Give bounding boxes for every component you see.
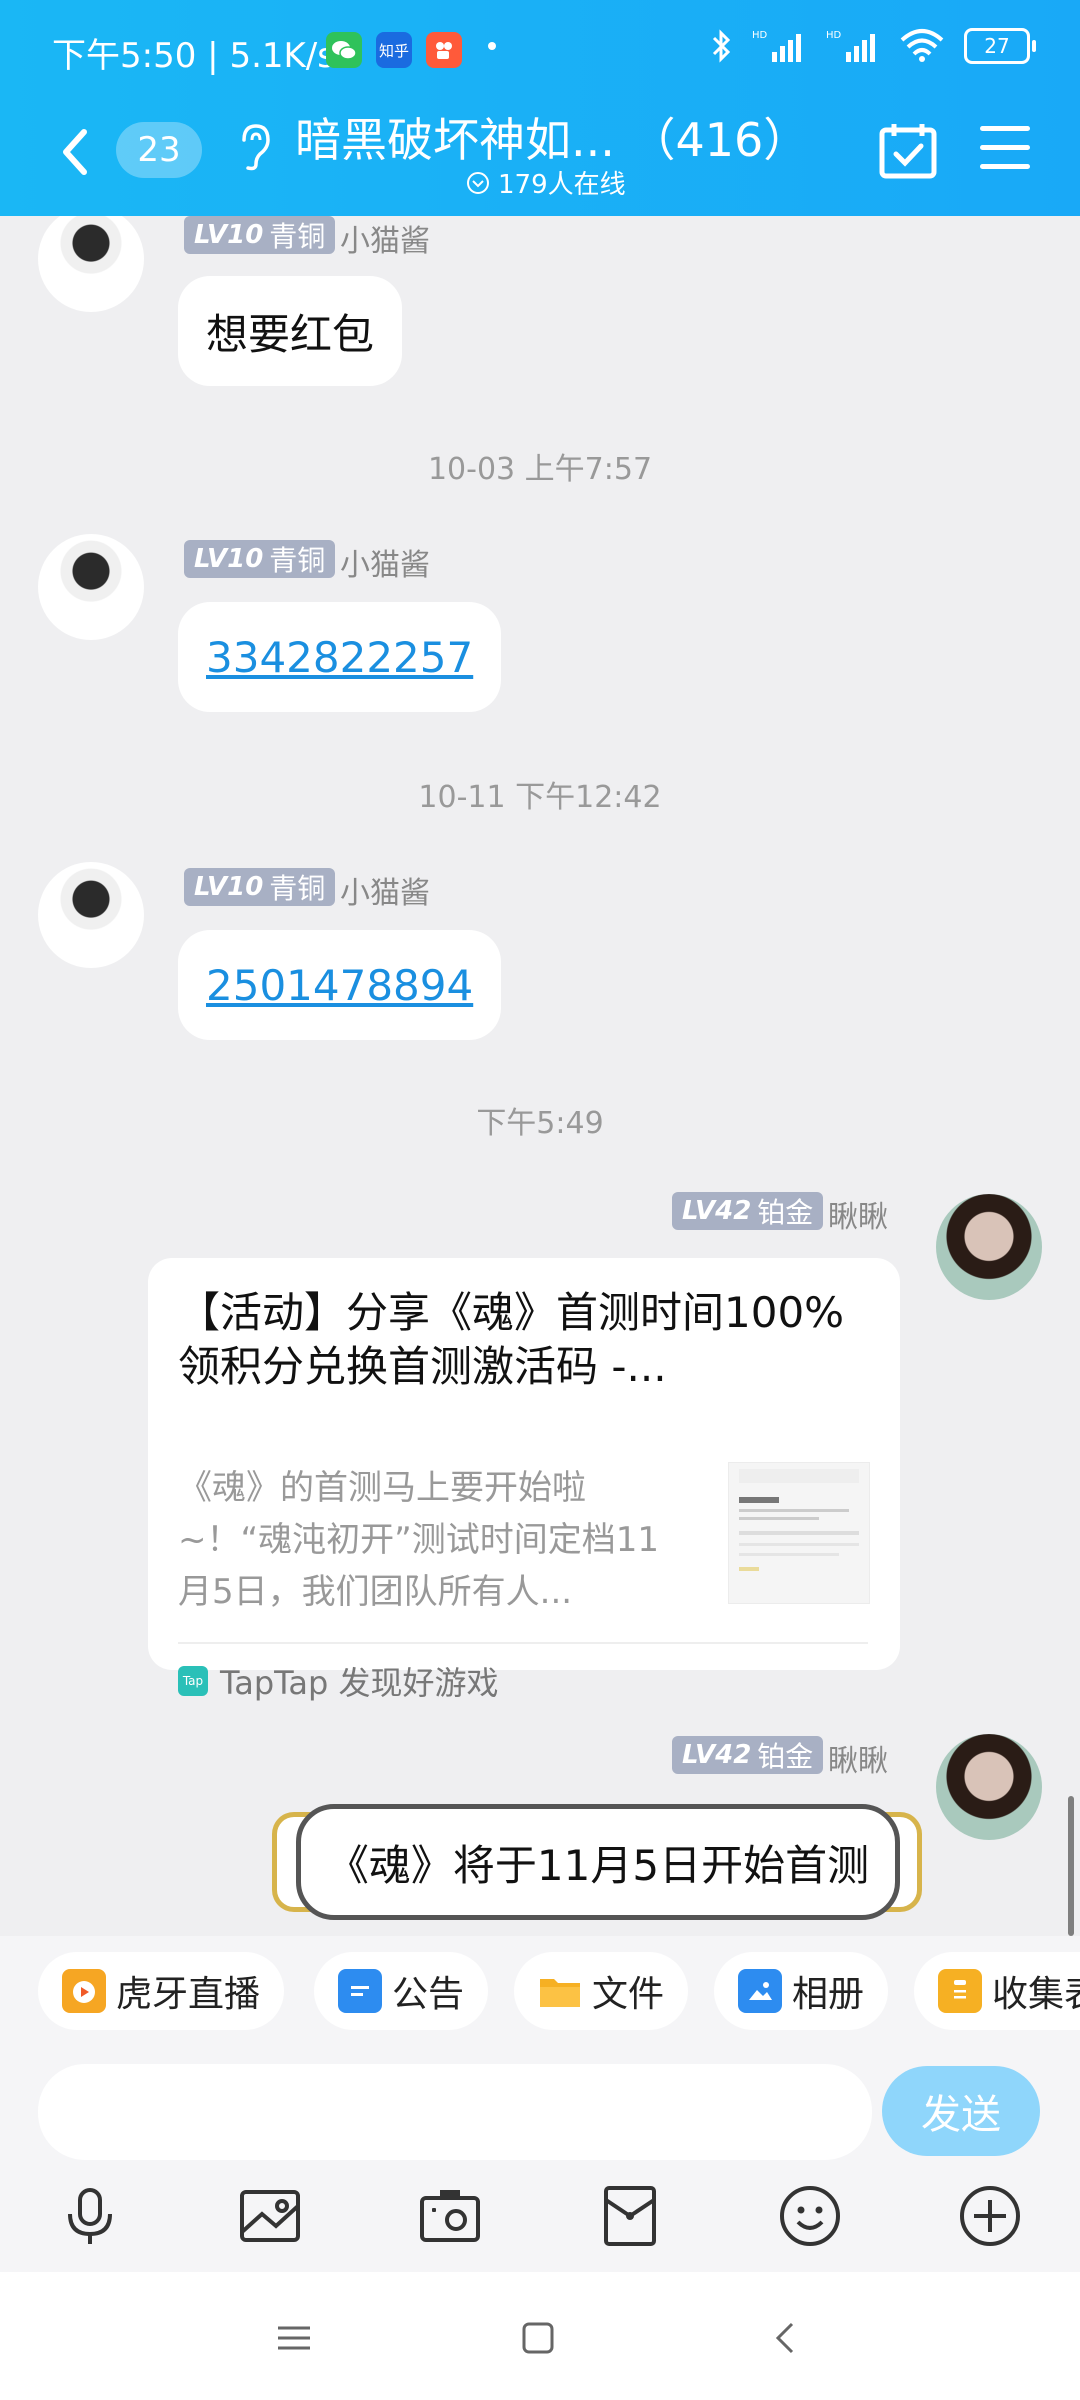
emoji-icon[interactable] <box>778 2184 842 2248</box>
unread-count-badge[interactable]: 23 <box>116 122 202 178</box>
member-level-badge: LV42 铂金 <box>672 1192 824 1230</box>
menu-icon[interactable] <box>978 122 1032 174</box>
card-thumbnail <box>728 1462 870 1604</box>
message-link[interactable]: 3342822257 <box>206 633 473 682</box>
system-status-icons: HD HD 27 <box>710 28 1036 64</box>
chip-files[interactable]: 文件 <box>514 1952 689 2030</box>
calendar-check-icon[interactable] <box>878 120 938 180</box>
chip-label: 公告 <box>392 1974 465 2015</box>
avatar[interactable] <box>38 862 144 968</box>
message-bubble[interactable]: 想要红包 <box>178 276 403 386</box>
notification-icons: 知乎 <box>326 32 462 68</box>
zhihu-icon: 知乎 <box>376 32 412 68</box>
decorated-message-bubble[interactable]: 《魂》将于11月5日开始首测 <box>266 1798 928 1922</box>
home-icon[interactable] <box>518 2318 558 2358</box>
camera-icon[interactable] <box>418 2184 482 2248</box>
card-divider <box>178 1642 868 1644</box>
card-description: 《魂》的首测马上要开始啦~！“魂沌初开”测试时间定档11月5日，我们团队所有人.… <box>178 1468 659 1612</box>
signal-2-icon: HD <box>826 30 875 62</box>
clock: 下午5:50 <box>52 36 197 76</box>
huya-icon <box>62 1969 106 2013</box>
avatar[interactable] <box>38 534 144 640</box>
signal-1-icon: HD <box>752 30 801 62</box>
bluetooth-icon <box>712 29 731 63</box>
clipboard-icon <box>938 1969 982 2013</box>
taptap-icon: Tap <box>178 1666 208 1696</box>
card-source: Tap TapTap 发现好游戏 <box>178 1658 499 1704</box>
chip-album[interactable]: 相册 <box>714 1952 889 2030</box>
chip-collection-form[interactable]: 收集表 <box>914 1952 1080 2030</box>
group-title[interactable]: 暗黑破坏神如... （416） <box>295 104 809 170</box>
wechat-icon <box>326 32 362 68</box>
image-icon[interactable] <box>238 2184 302 2248</box>
avatar[interactable] <box>38 216 144 312</box>
chat-nav-bar: 23 暗黑破坏神如... （416） 179人在线 <box>0 104 1080 216</box>
sender-name: 小猫酱 <box>340 548 430 583</box>
chevron-down-circle-icon <box>467 171 489 194</box>
sender-name: 瞅瞅 <box>828 1744 888 1779</box>
avatar[interactable] <box>936 1194 1042 1300</box>
message-input[interactable] <box>38 2064 872 2160</box>
svg-text:HD: HD <box>752 30 768 41</box>
folder-icon <box>538 1969 582 2013</box>
online-count[interactable]: 179人在线 <box>466 164 626 201</box>
sender-name: 小猫酱 <box>340 224 430 259</box>
timestamp: 10-03 上午7:57 <box>427 452 653 487</box>
composer-actions <box>0 2172 1080 2262</box>
member-level-badge: LV10 青铜 <box>184 868 336 906</box>
message-bubble[interactable]: 3342822257 <box>178 602 502 712</box>
avatar[interactable] <box>936 1734 1042 1840</box>
chip-label: 文件 <box>592 1974 665 2015</box>
kuaishou-icon <box>426 32 462 68</box>
chat-header: 下午5:50 | 5.1K/s 知乎 HD HD 27 23 暗黑破坏神如...… <box>0 0 1080 216</box>
message-text: 《魂》将于11月5日开始首测 <box>296 1804 900 1920</box>
card-title: 【活动】分享《魂》首测时间100%领积分兑换首测激活码 -... <box>178 1288 845 1391</box>
battery-indicator: 27 <box>964 28 1036 64</box>
announcement-icon <box>338 1969 382 2013</box>
more-notifications-dot <box>488 42 496 50</box>
earpiece-mode-icon[interactable] <box>236 122 272 172</box>
message-link[interactable]: 2501478894 <box>206 961 473 1010</box>
plus-icon[interactable] <box>958 2184 1022 2248</box>
online-count-text: 179人在线 <box>498 170 626 200</box>
message-composer: 发送 <box>0 2048 1080 2272</box>
timestamp: 10-11 下午12:42 <box>418 780 662 815</box>
timestamp: 下午5:49 <box>476 1106 604 1141</box>
recent-apps-icon[interactable] <box>274 2318 314 2358</box>
sender-name: 瞅瞅 <box>828 1200 888 1235</box>
album-icon <box>738 1969 782 2013</box>
shared-link-card[interactable]: 【活动】分享《魂》首测时间100%领积分兑换首测激活码 -... 《魂》的首测马… <box>148 1258 900 1702</box>
chip-label: 收集表 <box>992 1974 1080 2015</box>
microphone-icon[interactable] <box>58 2184 122 2248</box>
member-level-badge: LV10 青铜 <box>184 540 336 578</box>
network-speed: 5.1K/s <box>229 36 335 76</box>
message-list[interactable]: LV10 青铜 小猫酱 想要红包 10-03 上午7:57 LV10 青铜 小猫… <box>0 216 1080 1936</box>
member-level-badge: LV10 青铜 <box>184 216 336 254</box>
wifi-icon <box>900 29 944 62</box>
system-back-icon[interactable] <box>766 2318 806 2358</box>
status-bar: 下午5:50 | 5.1K/s 知乎 HD HD 27 <box>0 0 1080 104</box>
member-level-badge: LV42 铂金 <box>672 1736 824 1774</box>
red-packet-icon[interactable] <box>598 2184 662 2248</box>
sender-name: 小猫酱 <box>340 876 430 911</box>
card-source-text: TapTap 发现好游戏 <box>220 1664 499 1702</box>
message-bubble[interactable]: 2501478894 <box>178 930 502 1040</box>
chip-label: 虎牙直播 <box>116 1974 261 2015</box>
scrollbar[interactable] <box>1068 1796 1074 1936</box>
back-arrow-icon[interactable] <box>54 122 100 182</box>
svg-text:HD: HD <box>826 30 842 41</box>
quick-actions-bar: 虎牙直播 公告 文件 相册 收集表 <box>0 1936 1080 2048</box>
chip-label: 相册 <box>792 1974 865 2015</box>
chip-huya[interactable]: 虎牙直播 <box>38 1952 285 2030</box>
system-navigation-bar <box>0 2272 1080 2400</box>
chip-announcement[interactable]: 公告 <box>314 1952 489 2030</box>
status-time-speed: 下午5:50 | 5.1K/s <box>52 36 335 76</box>
send-button[interactable]: 发送 <box>882 2066 1040 2156</box>
